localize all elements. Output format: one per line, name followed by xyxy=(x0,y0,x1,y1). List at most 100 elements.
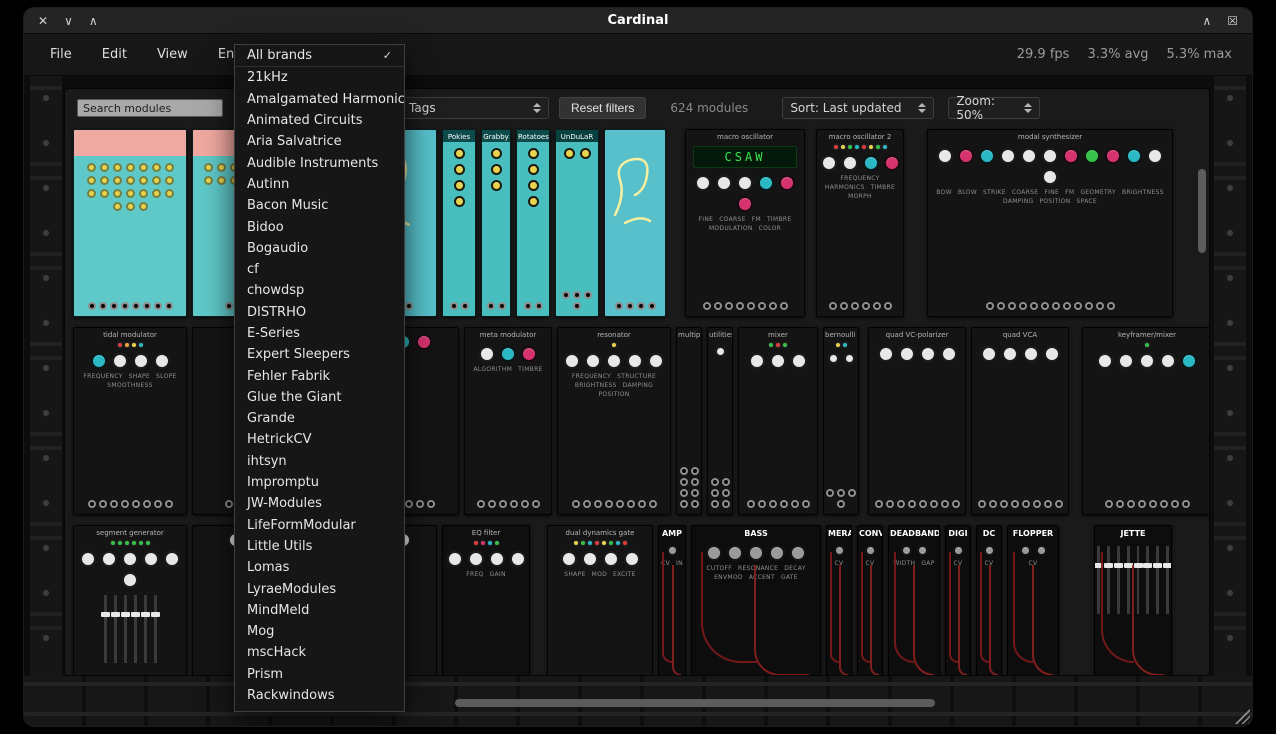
module-tidal-modulator[interactable]: tidal modulatorFREQUENCYSHAPESLOPESMOOTH… xyxy=(73,327,187,515)
brand-option[interactable]: Little Utils xyxy=(235,536,404,557)
module-undular[interactable]: UnDuLaR xyxy=(555,129,599,317)
module-flopper[interactable]: FLOPPERCV xyxy=(1007,525,1059,676)
menu-item-view[interactable]: View xyxy=(145,42,200,67)
module-mera[interactable]: MERACV xyxy=(826,525,852,676)
slider xyxy=(114,595,117,663)
brand-option[interactable]: 21kHz xyxy=(235,67,404,88)
module-deadband[interactable]: DEADBANDWIDTHGAP xyxy=(888,525,940,676)
close-window-icon[interactable]: ☒ xyxy=(1227,15,1238,27)
brand-option[interactable]: LyraeModules xyxy=(235,578,404,599)
module-bass[interactable]: BASSCUTOFFRESONANCEDECAYENVMODACCENTGATE xyxy=(691,525,821,676)
brand-option[interactable]: JW-Modules xyxy=(235,493,404,514)
select-arrows-icon xyxy=(1024,103,1032,113)
jack xyxy=(1182,500,1190,508)
knob xyxy=(667,545,678,556)
knob xyxy=(844,353,855,364)
module-quad-vca[interactable]: quad VCA xyxy=(971,327,1069,515)
brand-option[interactable]: mscHack xyxy=(235,642,404,663)
module-label: GATE xyxy=(781,574,798,581)
module-bernoulli-gate[interactable]: bernoulli gate xyxy=(823,327,859,515)
brand-option[interactable]: Mog xyxy=(235,621,404,642)
knob-row xyxy=(817,149,903,171)
brand-option[interactable]: E-Series xyxy=(235,323,404,344)
jack xyxy=(680,478,688,486)
module-pokies[interactable]: Pokies xyxy=(442,129,476,317)
module-mixer[interactable]: mixer xyxy=(738,327,818,515)
brand-option[interactable]: HetrickCV xyxy=(235,429,404,450)
module-rotatoes[interactable]: Rotatoes xyxy=(516,129,550,317)
brand-option[interactable]: LifeFormModular xyxy=(235,515,404,536)
chevron-up-icon[interactable]: ∧ xyxy=(89,15,98,27)
brand-option[interactable]: Amalgamated Harmonics xyxy=(235,89,404,110)
module-title: bernoulli gate xyxy=(824,328,858,340)
brand-option[interactable]: ihtsyn xyxy=(235,451,404,472)
brand-option[interactable]: Aria Salvatrice xyxy=(235,131,404,152)
module-resonator[interactable]: resonatorFREQUENCYSTRUCTUREBRIGHTNESSDAM… xyxy=(557,327,671,515)
horizontal-scrollbar[interactable] xyxy=(455,699,935,707)
brand-option[interactable]: Bogaudio xyxy=(235,238,404,259)
brand-option[interactable]: cf xyxy=(235,259,404,280)
module-title: JETTE xyxy=(1095,526,1171,539)
module-macro-oscillator-2[interactable]: macro oscillator 2FREQUENCYHARMONICSTIMB… xyxy=(816,129,904,317)
jack xyxy=(110,302,118,310)
knob xyxy=(152,176,161,185)
module-conv[interactable]: CONVCV xyxy=(857,525,883,676)
brand-option[interactable]: Glue the Giant xyxy=(235,387,404,408)
brand-option[interactable]: Fehler Fabrik xyxy=(235,365,404,386)
brand-option[interactable]: Rackwindows xyxy=(235,685,404,706)
module-dc[interactable]: DCCV xyxy=(976,525,1002,676)
module-quad-vc-polarizer[interactable]: quad VC-polarizer xyxy=(868,327,966,515)
module-grabby[interactable]: Grabby xyxy=(481,129,511,317)
module-multiples[interactable]: multiples xyxy=(676,327,702,515)
expand-icon[interactable]: ∧ xyxy=(1202,15,1211,27)
module-panel[interactable] xyxy=(73,129,187,317)
module-label: DAMPING xyxy=(1003,198,1033,205)
sort-select[interactable]: Sort: Last updated xyxy=(782,97,934,119)
module-panel[interactable] xyxy=(604,129,666,317)
module-label: CV xyxy=(835,560,844,567)
brand-option[interactable]: Audible Instruments xyxy=(235,152,404,173)
knob xyxy=(937,148,953,164)
tags-filter-select[interactable]: Tags xyxy=(401,97,549,119)
chevron-down-icon[interactable]: ∨ xyxy=(64,15,73,27)
brand-option[interactable]: Expert Sleepers xyxy=(235,344,404,365)
module-segment-generator[interactable]: segment generator xyxy=(73,525,187,676)
module-eq-filter[interactable]: EQ filterFREQGAIN xyxy=(442,525,530,676)
reset-filters-button[interactable]: Reset filters xyxy=(559,97,646,119)
jack xyxy=(461,302,469,310)
brand-option[interactable]: Bacon Music xyxy=(235,195,404,216)
jack xyxy=(616,500,624,508)
brand-option-selected[interactable]: All brands ✓ xyxy=(235,45,404,66)
knob-row xyxy=(1083,347,1210,369)
brand-option[interactable]: chowdsp xyxy=(235,280,404,301)
module-amp[interactable]: AMPCVIN xyxy=(658,525,686,676)
brand-option[interactable]: Prism xyxy=(235,664,404,685)
brand-option[interactable]: DISTRHO xyxy=(235,302,404,323)
zoom-select[interactable]: Zoom: 50% xyxy=(948,97,1040,119)
module-dual-dynamics-gate[interactable]: dual dynamics gateSHAPEMODEXCITE xyxy=(547,525,653,676)
patch-cable xyxy=(662,552,672,663)
close-icon[interactable]: ✕ xyxy=(38,15,48,27)
search-input[interactable] xyxy=(77,99,223,117)
jack xyxy=(488,500,496,508)
brand-option[interactable]: Autinn xyxy=(235,174,404,195)
module-macro-oscillator[interactable]: macro oscillatorCSAWFINECOARSEFMTIMBREMO… xyxy=(685,129,805,317)
module-jette[interactable]: JETTE xyxy=(1094,525,1172,676)
module-keyframer-mixer[interactable]: keyframer/mixer xyxy=(1082,327,1210,515)
knob xyxy=(489,551,505,567)
module-modal-synthesizer[interactable]: modal synthesizerBOWBLOWSTRIKECOARSEFINE… xyxy=(927,129,1173,317)
menu-item-file[interactable]: File xyxy=(38,42,84,67)
module-meta-modulator[interactable]: meta modulatorALGORITHMTIMBRE xyxy=(464,327,552,515)
brand-option[interactable]: MindMeld xyxy=(235,600,404,621)
knob xyxy=(510,551,526,567)
module-digi[interactable]: DIGICV xyxy=(945,525,971,676)
brand-option[interactable]: Grande xyxy=(235,408,404,429)
knob xyxy=(917,545,928,556)
vertical-scrollbar[interactable] xyxy=(1198,169,1206,253)
brand-option[interactable]: Lomas xyxy=(235,557,404,578)
brand-option[interactable]: Bidoo xyxy=(235,216,404,237)
brand-option[interactable]: Animated Circuits xyxy=(235,110,404,131)
menu-item-edit[interactable]: Edit xyxy=(90,42,139,67)
brand-option[interactable]: Impromptu xyxy=(235,472,404,493)
module-utilities[interactable]: utilities xyxy=(707,327,733,515)
